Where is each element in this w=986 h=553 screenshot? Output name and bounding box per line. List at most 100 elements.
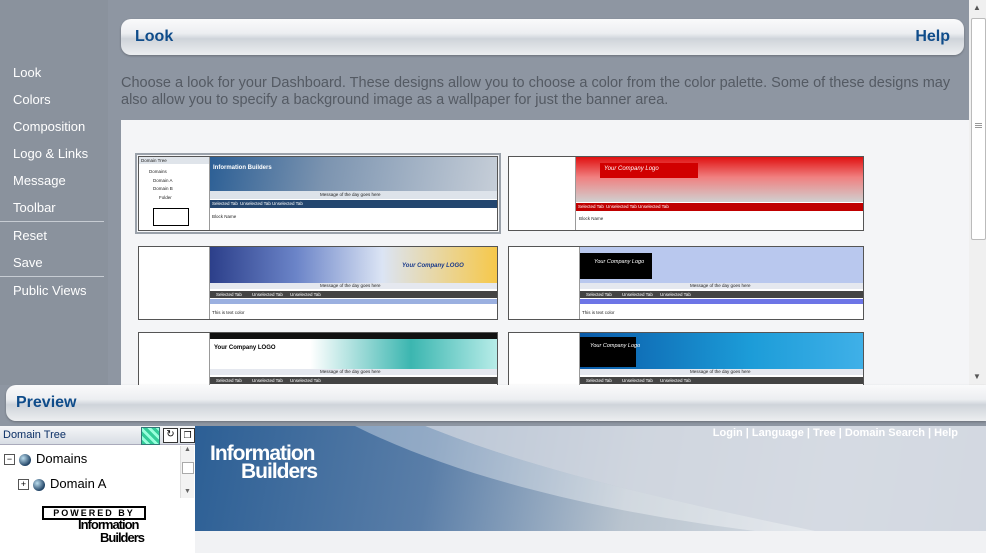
thumb-text: Message of the day goes here	[690, 283, 751, 288]
thumb-text: Selected Tab	[586, 292, 612, 297]
thumb-text: Message of the day goes here	[320, 192, 381, 197]
thumb-domain-tree	[139, 333, 210, 385]
thumb-text: Unselected Tab	[606, 204, 637, 209]
collapse-icon[interactable]: −	[4, 454, 15, 466]
expand-icon[interactable]: +	[18, 479, 29, 491]
sidebar-item-message[interactable]: Message	[13, 173, 66, 188]
preview-domain-tree: Domain Tree ↻ ❐ − Domains + Domain A ▲ ▼ P…	[0, 426, 195, 553]
scrollbar-thumb[interactable]	[182, 462, 194, 474]
thumb-banner: Your Company Logo	[580, 247, 863, 283]
thumb-text: Your Company LOGO	[402, 263, 464, 269]
tree-node-label: Domains	[36, 451, 88, 466]
thumb-text: Unselected Tab	[290, 292, 321, 297]
preview-area: Domain Tree ↻ ❐ − Domains + Domain A ▲ ▼ P…	[0, 426, 986, 553]
restore-window-icon[interactable]: ❐	[180, 428, 195, 443]
sidebar-nav: Look Colors Composition Logo & Links Mes…	[0, 0, 108, 385]
thumb-text: Unselected Tab	[290, 378, 321, 383]
look-thumbnail-5[interactable]: Your Company LOGO Message of the day goe…	[138, 332, 498, 385]
thumb-text: Unselected Tab	[622, 378, 653, 383]
scroll-down-icon[interactable]: ▼	[184, 488, 191, 495]
thumb-text: Domain A	[153, 178, 173, 183]
thumb-text: Unselected Tab	[252, 292, 283, 297]
thumb-text: Message of the day goes here	[320, 369, 381, 374]
thumb-text: Domains	[149, 169, 167, 174]
sidebar-divider	[0, 221, 104, 222]
scroll-up-icon[interactable]: ▲	[973, 3, 981, 12]
thumb-banner: Your Company Logo	[576, 157, 863, 202]
thumb-text: Domain Tree	[141, 158, 167, 163]
sidebar-item-save[interactable]: Save	[13, 255, 43, 270]
thumb-text: Unselected Tab	[252, 378, 283, 383]
look-thumbnails-panel: Domain Tree Domains Domain A Domain B Fo…	[121, 120, 969, 385]
thumb-text: Selected Tab	[216, 378, 242, 383]
scroll-up-icon[interactable]: ▲	[184, 446, 191, 453]
thumb-text: Selected Tab	[578, 204, 604, 209]
refresh-icon[interactable]: ↻	[163, 428, 178, 443]
look-header-bar: Look Help	[121, 19, 964, 55]
thumb-domain-tree	[139, 247, 210, 319]
powered-by-logo: POWERED BY Information Builders	[42, 506, 146, 544]
sidebar-item-look[interactable]: Look	[13, 65, 41, 80]
thumb-text: This is text color	[212, 310, 245, 315]
thumb-banner: Your Company Logo	[580, 333, 863, 369]
qr-icon[interactable]	[141, 427, 160, 445]
thumb-text: Block Name	[212, 214, 237, 219]
thumb-domain-tree	[509, 333, 580, 385]
preview-banner: Login | Language | Tree | Domain Search …	[195, 426, 986, 531]
page-title: Look	[135, 28, 174, 45]
look-thumbnail-1[interactable]: Domain Tree Domains Domain A Domain B Fo…	[135, 153, 501, 234]
powered-by-brand: Builders	[100, 530, 145, 545]
thumb-text: Your Company Logo	[594, 259, 645, 265]
globe-icon	[33, 478, 45, 491]
sidebar-item-colors[interactable]: Colors	[13, 92, 51, 107]
banner-nav-links[interactable]: Login | Language | Tree | Domain Search …	[713, 427, 958, 439]
tree-node-label: Domain A	[50, 476, 107, 491]
thumb-text: Unselected Tab	[638, 204, 669, 209]
domain-tree-title: Domain Tree	[3, 429, 66, 441]
thumb-text: Unselected Tab	[660, 292, 691, 297]
thumb-domain-tree	[509, 247, 580, 319]
thumb-text: Folder	[159, 195, 172, 200]
banner-logo-line-2: Builders	[241, 460, 318, 483]
thumb-text: Unselected Tab	[660, 378, 691, 383]
sidebar-item-reset[interactable]: Reset	[13, 228, 47, 243]
thumb-text: Unselected Tab	[240, 201, 271, 206]
look-thumbnail-4[interactable]: Your Company Logo Message of the day goe…	[508, 246, 864, 320]
preview-header-bar: Preview	[6, 385, 986, 421]
tree-node-domain-a[interactable]: + Domain A	[18, 476, 106, 491]
thumb-text: Your Company Logo	[604, 166, 659, 172]
thumb-domain-tree: Domain Tree Domains Domain A Domain B Fo…	[139, 157, 210, 230]
thumb-text: Selected Tab	[586, 378, 612, 383]
sidebar-item-public-views[interactable]: Public Views	[13, 283, 86, 298]
thumb-text: Unselected Tab	[622, 292, 653, 297]
globe-icon	[19, 453, 31, 466]
thumb-text: Your Company Logo	[590, 343, 641, 349]
thumb-text: Message of the day goes here	[690, 369, 751, 374]
thumb-domain-tree	[509, 157, 576, 230]
tree-node-domains[interactable]: − Domains	[4, 451, 87, 466]
scrollbar-thumb[interactable]	[971, 18, 986, 240]
thumb-text: Selected Tab	[216, 292, 242, 297]
look-thumbnail-3[interactable]: Your Company LOGO Message of the day goe…	[138, 246, 498, 320]
thumb-text: Your Company LOGO	[214, 345, 276, 351]
thumb-text: Domain B	[153, 186, 173, 191]
thumb-text: Selected Tab	[212, 201, 238, 206]
scroll-down-icon[interactable]: ▼	[973, 372, 981, 381]
tree-scrollbar[interactable]: ▲ ▼	[180, 446, 194, 498]
sidebar-divider	[0, 276, 104, 277]
sidebar-item-toolbar[interactable]: Toolbar	[13, 200, 56, 215]
look-thumbnail-6[interactable]: Your Company Logo Message of the day goe…	[508, 332, 864, 385]
thumb-text: Block Name	[579, 216, 604, 221]
thumb-text: Information Builders	[213, 165, 272, 171]
sidebar-item-composition[interactable]: Composition	[13, 119, 85, 134]
help-link[interactable]: Help	[915, 28, 950, 46]
preview-title: Preview	[16, 394, 77, 411]
look-thumbnail-2[interactable]: Your Company Logo Selected Tab Unselecte…	[508, 156, 864, 231]
sidebar-item-logo-links[interactable]: Logo & Links	[13, 146, 88, 161]
domain-tree-header: Domain Tree ↻ ❐	[0, 426, 195, 445]
thumb-banner: Your Company LOGO	[210, 339, 497, 369]
thumb-banner: Information Builders	[210, 157, 497, 191]
vertical-scrollbar[interactable]: ▲ ▼	[969, 0, 986, 385]
thumb-powered-logo	[153, 208, 189, 226]
thumb-text: Unselected Tab	[272, 201, 303, 206]
